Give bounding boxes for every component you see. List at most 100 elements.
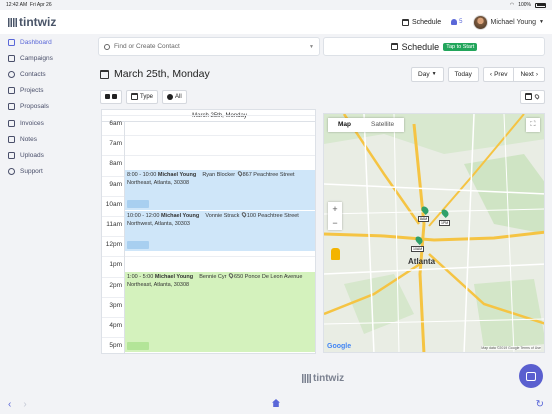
chat-button[interactable] xyxy=(519,364,543,388)
sidebar-item-uploads[interactable]: Uploads xyxy=(0,147,90,163)
schedule-button[interactable]: Schedule Tap to Start xyxy=(323,37,545,56)
city-label: Atlanta xyxy=(408,257,436,266)
proposals-icon xyxy=(8,103,15,111)
calendar-event[interactable]: 10:00 - 12:00 Michael Young Vonnie Strac… xyxy=(125,211,315,251)
view-select-button[interactable]: Day ▼ xyxy=(411,66,444,82)
chevron-right-icon: › xyxy=(535,70,538,78)
home-button[interactable] xyxy=(272,399,280,407)
tab-satellite[interactable]: Satellite xyxy=(361,118,404,132)
sidebar-item-campaigns[interactable]: Campaigns xyxy=(0,50,90,66)
chevron-left-icon: ‹ xyxy=(489,70,493,78)
vehicle-icon xyxy=(105,94,110,99)
caret-down-icon: ▼ xyxy=(431,71,437,77)
back-icon[interactable]: ‹ xyxy=(8,399,11,410)
dashboard-icon xyxy=(8,38,15,46)
map-panel[interactable]: Map Satellite ⛶ + − Atlanta 8AM 1PM 10AM… xyxy=(323,113,545,353)
map-pin-icon xyxy=(533,93,541,100)
fullscreen-icon[interactable]: ⛶ xyxy=(526,118,540,132)
google-logo: Google xyxy=(327,343,352,350)
hour-label: 5pm xyxy=(109,342,122,350)
support-icon xyxy=(8,168,15,176)
zoom-out-button[interactable]: − xyxy=(328,216,342,230)
logo-icon xyxy=(8,17,17,27)
tab-map[interactable]: Map xyxy=(328,118,361,132)
hour-row[interactable]: 6am xyxy=(102,115,315,135)
marker-label: 1PM xyxy=(439,220,451,226)
calendar-icon xyxy=(525,93,532,100)
app-logo[interactable]: tintwiz xyxy=(8,15,56,29)
hour-label: 11am xyxy=(106,221,122,228)
status-time: 12:42 AM Fri Apr 26 xyxy=(6,2,52,8)
map-attribution[interactable]: Map data ©2019 Google Terms of Use xyxy=(481,346,541,350)
hour-row[interactable]: 7am xyxy=(102,135,315,155)
sidebar-item-dashboard[interactable]: Dashboard xyxy=(0,34,90,50)
user-icon xyxy=(167,93,174,100)
map-canvas[interactable] xyxy=(324,114,545,353)
filter-bar: Type All xyxy=(100,89,545,104)
sidebar-item-support[interactable]: Support xyxy=(0,164,90,180)
next-button[interactable]: Next › xyxy=(514,66,545,82)
prev-next-group: ‹ Prev Next › xyxy=(482,66,545,82)
footer-logo: tintwiz xyxy=(302,373,344,384)
contact-search[interactable]: Find or Create Contact ▼ xyxy=(98,37,320,56)
status-right: ◠ 100% xyxy=(510,2,546,8)
battery-percent: 100% xyxy=(518,2,531,8)
reload-icon[interactable]: ↻ xyxy=(536,399,544,410)
calendar-map-toggle[interactable] xyxy=(520,89,545,104)
invoices-icon xyxy=(8,119,15,127)
status-bar: 12:42 AM Fri Apr 26 ◠ 100% xyxy=(0,0,552,10)
notification-count: 5 xyxy=(459,19,463,25)
event-tag xyxy=(127,200,149,208)
zoom-in-button[interactable]: + xyxy=(328,202,342,216)
user-menu[interactable]: Michael Young ▼ xyxy=(472,14,544,30)
home-icon xyxy=(272,399,280,407)
type-filter-button[interactable]: Type xyxy=(126,89,159,104)
schedule-link[interactable]: Schedule xyxy=(401,18,441,26)
calendar-event[interactable]: 8:00 - 10:00 Michael Young Ryan Blocker … xyxy=(125,170,315,210)
marker-label: 10AM xyxy=(411,246,425,252)
avatar xyxy=(472,14,488,30)
notifications-button[interactable]: 5 xyxy=(451,19,463,25)
projects-icon xyxy=(8,87,15,95)
calendar-icon xyxy=(390,43,398,50)
calendar-grid[interactable]: 6am 7am 8am 9am 10am 11am 12pm 1pm 2pm 3pm 4pm 5pm … xyxy=(102,115,315,353)
car-icon xyxy=(112,94,117,99)
chat-icon xyxy=(526,371,536,381)
uploads-icon xyxy=(8,151,15,159)
calendar-icon xyxy=(401,18,409,26)
tap-to-start-badge: Tap to Start xyxy=(443,42,478,51)
hour-label: 2pm xyxy=(109,281,122,289)
event-tag xyxy=(127,241,149,249)
battery-icon xyxy=(535,2,546,8)
zoom-controls: + − xyxy=(328,202,342,230)
sidebar-item-projects[interactable]: Projects xyxy=(0,83,90,99)
chevron-down-icon: ▼ xyxy=(309,43,314,50)
search-icon xyxy=(104,43,110,50)
sidebar-item-proposals[interactable]: Proposals xyxy=(0,99,90,115)
hour-label: 4pm xyxy=(109,322,122,329)
caret-down-icon: ▼ xyxy=(539,19,544,25)
sidebar-item-contacts[interactable]: Contacts xyxy=(0,66,90,82)
calendar-icon xyxy=(100,69,109,79)
hour-label: 10am xyxy=(105,200,122,208)
prev-button[interactable]: ‹ Prev xyxy=(482,66,515,82)
hour-label: 6am xyxy=(109,120,122,127)
pegman-icon[interactable] xyxy=(331,248,340,260)
bottom-bar: ‹ › ↻ xyxy=(0,394,552,414)
sidebar-item-notes[interactable]: Notes xyxy=(0,131,90,147)
sidebar-item-invoices[interactable]: Invoices xyxy=(0,115,90,131)
calendar-icon xyxy=(131,93,138,100)
contacts-icon xyxy=(8,70,15,78)
calendar-event[interactable]: 1:00 - 5:00 Michael Young Bennie Cyr 650… xyxy=(125,272,315,352)
bell-icon xyxy=(451,19,458,25)
hour-label: 7am xyxy=(109,140,122,148)
all-filter-button[interactable]: All xyxy=(162,89,187,104)
campaigns-icon xyxy=(8,54,15,62)
user-name: Michael Young xyxy=(490,18,537,26)
hour-label: 8am xyxy=(109,160,122,168)
forward-icon[interactable]: › xyxy=(23,399,26,410)
today-button[interactable]: Today xyxy=(447,66,479,82)
hour-label: 3pm xyxy=(109,301,122,309)
vehicle-filter-button[interactable] xyxy=(100,89,122,104)
search-input[interactable]: Find or Create Contact xyxy=(114,43,180,50)
